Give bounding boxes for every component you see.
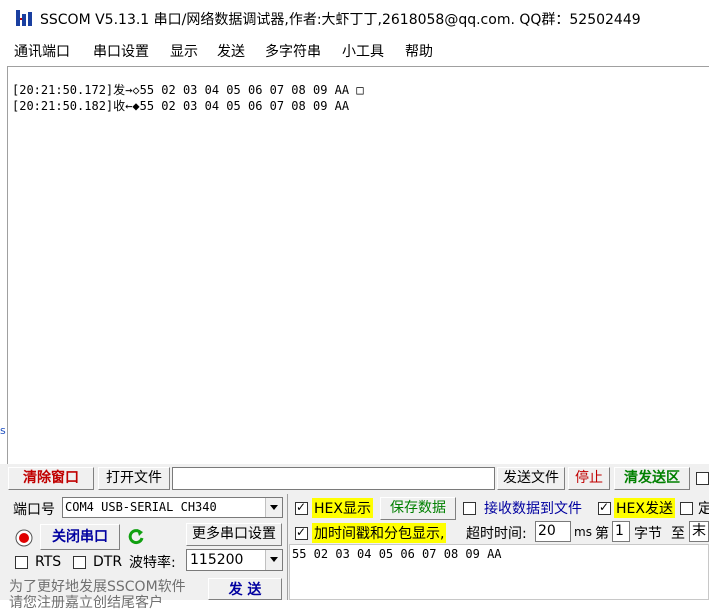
byte-from-input[interactable]: 1 (612, 521, 630, 542)
rts-checkbox[interactable] (15, 556, 28, 569)
timed-send-checkbox[interactable] (680, 502, 693, 515)
send-file-button[interactable]: 发送文件 (497, 467, 565, 490)
rts-label: RTS (35, 554, 62, 570)
close-port-button[interactable]: 关闭串口 (40, 524, 120, 550)
timeout-input[interactable]: 20 (535, 521, 571, 542)
byte-to-input[interactable]: 末 (689, 521, 709, 542)
log-line-sent: [20:21:50.172]发→◇55 02 03 04 05 06 07 08… (12, 83, 364, 97)
open-file-button[interactable]: 打开文件 (98, 467, 170, 490)
menu-display[interactable]: 显示 (170, 41, 198, 61)
promo-line-2: 请您注册嘉立创结尾客户 (9, 595, 163, 611)
timestamp-checkbox[interactable] (295, 525, 308, 540)
dtr-checkbox[interactable] (73, 556, 86, 569)
panel-divider (287, 494, 288, 600)
hex-send-label: HEX发送 (614, 498, 675, 518)
byte-label: 字节 (634, 526, 662, 542)
timestamp-label: 加时间戳和分包显示, (312, 523, 447, 543)
refresh-icon[interactable] (126, 527, 146, 547)
baud-select-value: 115200 (190, 552, 244, 568)
port-label: 端口号 (13, 502, 55, 518)
send-button[interactable]: 发 送 (208, 578, 282, 600)
menu-multi-string[interactable]: 多字符串 (265, 41, 321, 61)
menu-bar: 通讯端口 串口设置 显示 发送 多字符串 小工具 帮助 (0, 36, 709, 64)
timeout-label: 超时时间: (466, 526, 527, 542)
port-select[interactable]: COM4 USB-SERIAL CH340 (62, 497, 283, 518)
more-serial-settings-button[interactable]: 更多串口设置 (186, 523, 282, 546)
port-status-icon (15, 529, 33, 547)
menu-send[interactable]: 发送 (217, 41, 245, 61)
receive-area[interactable]: [20:21:50.172]发→◇55 02 03 04 05 06 07 08… (7, 66, 709, 465)
sscom-app-icon (16, 10, 32, 26)
recv-to-file-label: 接收数据到文件 (484, 501, 582, 517)
save-data-button[interactable]: 保存数据 (380, 497, 456, 520)
dtr-label: DTR (93, 554, 123, 570)
menu-serial-settings[interactable]: 串口设置 (93, 41, 149, 61)
log-line-received: [20:21:50.182]收←◆55 02 03 04 05 06 07 08… (12, 99, 350, 113)
menu-comm-port[interactable]: 通讯端口 (14, 41, 70, 61)
menu-tools[interactable]: 小工具 (342, 41, 384, 61)
file-path-field[interactable] (172, 467, 495, 490)
hex-send-checkbox[interactable] (598, 500, 611, 515)
left-edge-tag: s (0, 424, 6, 437)
send-data-area[interactable]: 55 02 03 04 05 06 07 08 09 AA (289, 544, 709, 600)
send-data-text: 55 02 03 04 05 06 07 08 09 AA (292, 547, 502, 561)
stop-button[interactable]: 停止 (568, 467, 610, 490)
window-title: SSCOM V5.13.1 串口/网络数据调试器,作者:大虾丁丁,2618058… (40, 12, 641, 28)
recv-to-file-checkbox[interactable] (463, 502, 476, 515)
baud-label: 波特率: (129, 555, 176, 571)
clear-window-button[interactable]: 清除窗口 (8, 467, 94, 490)
title-bar: SSCOM V5.13.1 串口/网络数据调试器,作者:大虾丁丁,2618058… (0, 0, 709, 36)
hex-display-checkbox[interactable] (295, 500, 308, 515)
control-panel: 清除窗口 打开文件 发送文件 停止 清发送区 端口号 COM4 USB-SERI… (0, 464, 709, 611)
chevron-down-icon[interactable] (265, 498, 282, 517)
hex-display-label: HEX显示 (312, 498, 373, 518)
port-select-value: COM4 USB-SERIAL CH340 (65, 500, 217, 514)
byte-di-label: 第 (595, 526, 609, 542)
ms-label: ms (574, 525, 592, 539)
to-label: 至 (671, 526, 685, 542)
extra-checkbox[interactable] (696, 472, 709, 485)
clear-send-button[interactable]: 清发送区 (614, 467, 690, 490)
chevron-down-icon[interactable] (265, 550, 282, 570)
timed-send-label: 定 (698, 501, 709, 517)
menu-help[interactable]: 帮助 (405, 41, 433, 61)
baud-select[interactable]: 115200 (186, 549, 283, 571)
